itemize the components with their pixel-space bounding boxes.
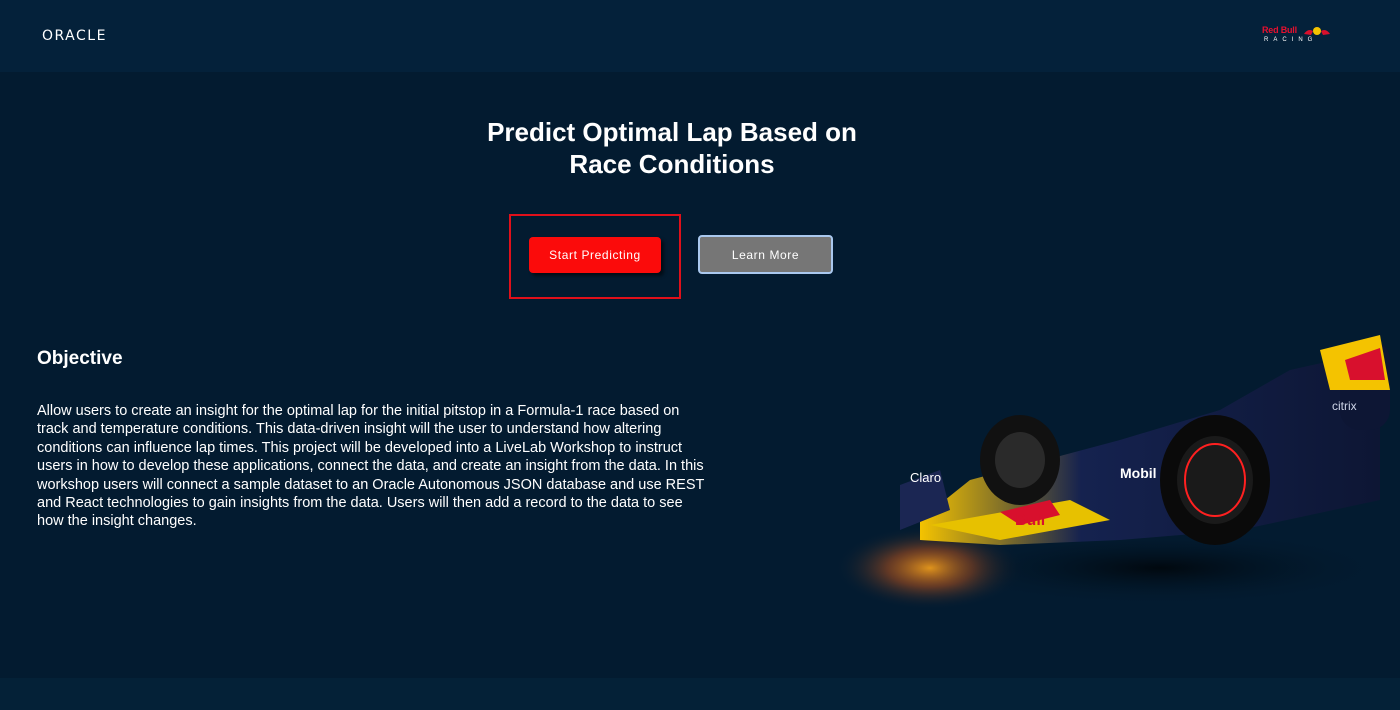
top-header: ORACLE Red Bull RACING [0, 0, 1400, 72]
red-bull-racing-logo[interactable]: Red Bull RACING [1262, 25, 1334, 47]
oracle-logo[interactable]: ORACLE [42, 28, 107, 44]
objective-description: Allow users to create an insight for the… [37, 403, 705, 530]
objective-heading: Objective [37, 348, 123, 369]
start-predicting-button[interactable]: Start Predicting [529, 237, 661, 273]
bulls-icon [1304, 27, 1330, 35]
sponsor-label-mobil: Mobil [1120, 465, 1157, 481]
sponsor-label-bull: Bull [1015, 512, 1045, 529]
f1-car-illustration: Claro Mobil citrix Bull [835, 335, 1390, 610]
racing-logo-word: RACING [1264, 37, 1318, 43]
page-title: Predict Optimal Lap Based on Race Condit… [487, 117, 857, 179]
learn-more-button[interactable]: Learn More [698, 235, 833, 274]
f1-car-image: Claro Mobil citrix Bull [820, 330, 1390, 620]
sponsor-label-claro: Claro [910, 470, 941, 485]
sponsor-label-citrix: citrix [1332, 399, 1357, 413]
red-bull-logo-word: Red Bull [1262, 25, 1297, 35]
footer-band [0, 678, 1400, 710]
